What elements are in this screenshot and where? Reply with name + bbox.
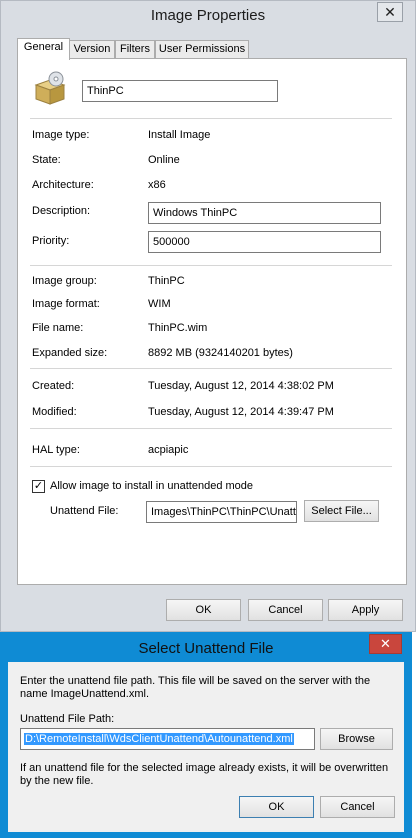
image-properties-window: Image Properties ✕ General Version Filte… xyxy=(0,0,416,632)
modified-label: Modified: xyxy=(32,406,77,418)
image-group-value: ThinPC xyxy=(148,275,185,287)
overwrite-note: If an unattend file for the selected ima… xyxy=(20,762,389,787)
unattend-file-field[interactable]: Images\ThinPC\ThinPC\Unatt xyxy=(146,501,297,523)
select-file-button[interactable]: Select File... xyxy=(304,500,379,522)
state-label: State: xyxy=(32,154,61,166)
description-label: Description: xyxy=(32,205,91,217)
window-title: Image Properties xyxy=(150,7,266,24)
dialog-cancel-button[interactable]: Cancel xyxy=(320,796,395,818)
general-tab-panel: ThinPC Image type: Install Image State: … xyxy=(17,58,407,585)
unattended-checkbox[interactable]: ✓ xyxy=(32,480,45,493)
image-group-label: Image group: xyxy=(32,275,97,287)
separator xyxy=(30,265,392,266)
title-bar: Image Properties ✕ xyxy=(1,1,415,31)
expanded-size-value: 8892 MB (9324140201 bytes) xyxy=(148,347,293,359)
modified-value: Tuesday, August 12, 2014 4:39:47 PM xyxy=(148,406,334,418)
tab-filters[interactable]: Filters xyxy=(115,40,155,59)
priority-label: Priority: xyxy=(32,235,70,247)
select-unattend-file-dialog: Select Unattend File ✕ Enter the unatten… xyxy=(0,632,412,838)
state-value: Online xyxy=(148,154,180,166)
architecture-value: x86 xyxy=(148,179,166,191)
unattend-path-value: D:\RemoteInstall\WdsClientUnattend\Autou… xyxy=(24,733,294,745)
separator xyxy=(30,118,392,119)
separator xyxy=(30,368,392,369)
image-format-value: WIM xyxy=(148,298,171,310)
file-name-value: ThinPC.wim xyxy=(148,322,208,334)
ok-button[interactable]: OK xyxy=(166,599,241,621)
dialog-ok-button[interactable]: OK xyxy=(239,796,314,818)
dialog-title: Select Unattend File xyxy=(138,640,274,657)
tab-version[interactable]: Version xyxy=(69,40,115,59)
image-name-field[interactable]: ThinPC xyxy=(82,80,278,102)
install-image-icon xyxy=(32,71,68,105)
image-type-value: Install Image xyxy=(148,129,211,141)
unattended-checkbox-label[interactable]: Allow image to install in unattended mod… xyxy=(50,480,253,492)
cancel-button[interactable]: Cancel xyxy=(248,599,323,621)
tab-user-permissions[interactable]: User Permissions xyxy=(155,40,249,59)
tab-strip: General Version Filters User Permissions xyxy=(17,38,407,60)
unattend-path-label: Unattend File Path: xyxy=(20,713,115,725)
image-format-label: Image format: xyxy=(32,298,100,310)
browse-button[interactable]: Browse xyxy=(320,728,393,750)
dialog-body: Enter the unattend file path. This file … xyxy=(8,662,404,832)
separator xyxy=(30,466,392,467)
dialog-instructions: Enter the unattend file path. This file … xyxy=(20,675,371,700)
file-name-label: File name: xyxy=(32,322,84,334)
created-label: Created: xyxy=(32,380,75,392)
separator xyxy=(30,428,392,429)
architecture-label: Architecture: xyxy=(32,179,94,191)
priority-field[interactable]: 500000 xyxy=(148,231,381,253)
created-value: Tuesday, August 12, 2014 4:38:02 PM xyxy=(148,380,334,392)
close-button[interactable]: ✕ xyxy=(377,2,403,22)
tab-general[interactable]: General xyxy=(17,38,70,60)
hal-type-label: HAL type: xyxy=(32,444,80,456)
description-field[interactable]: Windows ThinPC xyxy=(148,202,381,224)
unattend-path-field[interactable]: D:\RemoteInstall\WdsClientUnattend\Autou… xyxy=(20,728,315,750)
apply-button[interactable]: Apply xyxy=(328,599,403,621)
unattend-file-label: Unattend File: xyxy=(50,505,119,517)
dialog-close-button[interactable]: ✕ xyxy=(369,634,402,654)
expanded-size-label: Expanded size: xyxy=(32,347,108,359)
image-type-label: Image type: xyxy=(32,129,90,141)
hal-type-value: acpiapic xyxy=(148,444,189,456)
